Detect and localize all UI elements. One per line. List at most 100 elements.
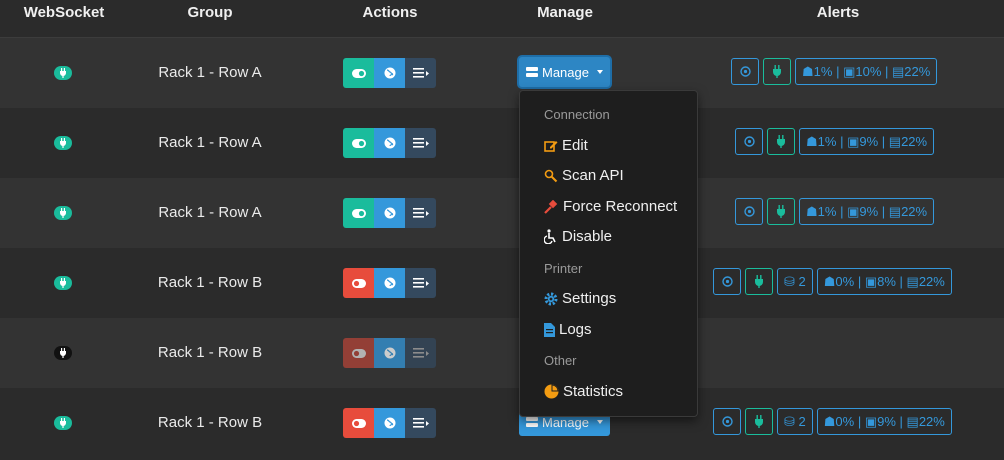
toggle-off-icon — [351, 418, 366, 428]
alerts-group: ☗ 1% | ▣ 9% | ▤ 22% — [735, 198, 935, 227]
header-websocket: WebSocket — [23, 4, 105, 21]
header-group: Group — [187, 4, 233, 21]
menu-item-settings[interactable]: Settings — [544, 290, 616, 307]
toggle-button[interactable] — [343, 58, 374, 88]
list-icon — [412, 278, 429, 288]
menu-header-printer: Printer — [544, 261, 583, 276]
toggle-off-icon — [351, 278, 366, 288]
cpu-icon: ▣ — [864, 273, 878, 289]
websocket-connected-icon — [54, 66, 72, 80]
chip-gear-icon — [743, 206, 755, 217]
ram-icon: ▤ — [888, 203, 902, 219]
cpu-icon: ▣ — [843, 63, 856, 79]
cpu-usage: 9% — [877, 414, 896, 429]
power-alert-badge — [745, 408, 773, 435]
ram-icon: ▤ — [892, 63, 905, 79]
log-button[interactable] — [405, 198, 436, 228]
ram-icon: ▤ — [906, 273, 919, 289]
toggle-button[interactable] — [343, 268, 374, 298]
usb-icon: ⛁ — [784, 413, 795, 429]
group-name: Rack 1 - Row A — [158, 64, 262, 81]
alerts-group: ⛁ 2 ☗ 0% | ▣ 9% | ▤ 22% — [713, 408, 952, 437]
gpu-icon: ☗ — [802, 63, 814, 79]
toggle-button[interactable] — [343, 128, 374, 158]
gpu-icon: ☗ — [806, 133, 818, 149]
caret-down-icon — [596, 70, 603, 74]
globe-icon — [384, 417, 395, 429]
toggle-button[interactable] — [343, 198, 374, 228]
usb-icon: ⛁ — [784, 273, 795, 289]
group-name: Rack 1 - Row B — [157, 274, 263, 291]
action-buttons — [343, 128, 436, 158]
toggle-on-icon — [351, 208, 366, 218]
cpu-usage: 9% — [859, 204, 879, 219]
open-web-button[interactable] — [374, 128, 405, 158]
table-row: Rack 1 - Row B Manage ⛁ 2 ☗ 0% | ▣ 9% | ▤ 2… — [0, 388, 1004, 458]
menu-item-settings-label: Settings — [562, 290, 617, 307]
toggle-button[interactable] — [343, 408, 374, 438]
menu-item-logs[interactable]: Logs — [544, 321, 592, 338]
manage-label: Manage — [542, 64, 589, 80]
manage-dropdown-button[interactable]: Manage — [519, 57, 610, 87]
usb-alert-badge: ⛁ 2 — [777, 268, 813, 295]
pie-chart-icon — [544, 384, 559, 399]
power-alert-badge — [763, 58, 791, 85]
menu-item-disable[interactable]: Disable — [544, 228, 612, 245]
edit-icon — [544, 140, 558, 152]
table-row: Rack 1 - Row A ☗ 1% | ▣ 9% | ▤ 22% — [0, 178, 1004, 248]
menu-item-edit[interactable]: Edit — [544, 137, 588, 154]
cpu-usage: 8% — [877, 274, 896, 289]
menu-item-disable-label: Disable — [562, 228, 613, 245]
open-web-button[interactable] — [374, 338, 405, 368]
open-web-button[interactable] — [374, 268, 405, 298]
resource-usage-badge: ☗ 1% | ▣ 9% | ▤ 22% — [799, 128, 935, 155]
header-alerts: Alerts — [816, 4, 860, 21]
menu-header-other: Other — [544, 353, 577, 368]
alerts-group: ☗ 1% | ▣ 9% | ▤ 22% — [735, 128, 935, 157]
usb-alert-badge: ⛁ 2 — [777, 408, 813, 435]
gavel-icon — [544, 199, 558, 214]
list-icon — [412, 138, 429, 148]
plug-icon — [755, 275, 763, 288]
log-button[interactable] — [405, 128, 436, 158]
list-icon — [412, 68, 429, 78]
power-alert-badge — [767, 128, 795, 155]
gpu-usage: 1% — [817, 204, 837, 219]
menu-item-statistics[interactable]: Statistics — [544, 383, 623, 400]
menu-item-scan-api-label: Scan API — [562, 167, 624, 184]
cpu-icon: ▣ — [847, 203, 860, 219]
search-icon — [544, 169, 558, 182]
toggle-button[interactable] — [343, 338, 374, 368]
ram-usage: 22% — [904, 64, 931, 79]
open-web-button[interactable] — [374, 198, 405, 228]
open-web-button[interactable] — [374, 58, 405, 88]
log-button[interactable] — [405, 408, 436, 438]
menu-header-connection: Connection — [544, 107, 610, 122]
resource-usage-badge: ☗ 0% | ▣ 8% | ▤ 22% — [816, 268, 952, 295]
header-manage: Manage — [537, 4, 593, 21]
gpu-usage: 1% — [813, 64, 833, 79]
usb-count: 2 — [798, 274, 806, 289]
log-button[interactable] — [405, 268, 436, 298]
file-icon — [544, 322, 555, 337]
log-button[interactable] — [405, 58, 436, 88]
ram-usage: 22% — [901, 204, 928, 219]
action-buttons — [343, 268, 436, 298]
ram-usage: 22% — [918, 274, 945, 289]
websocket-connected-icon — [54, 276, 72, 290]
gpu-usage: 0% — [835, 274, 855, 289]
menu-item-statistics-label: Statistics — [563, 383, 624, 400]
chip-gear-icon — [721, 276, 733, 287]
menu-item-scan-api[interactable]: Scan API — [544, 167, 624, 184]
cpu-usage: 9% — [859, 134, 879, 149]
printer-alert-badge — [735, 198, 763, 225]
ram-icon: ▤ — [888, 133, 902, 149]
gpu-usage: 1% — [817, 134, 837, 149]
open-web-button[interactable] — [374, 408, 405, 438]
ram-usage: 22% — [901, 134, 928, 149]
log-button[interactable] — [405, 338, 436, 368]
table-header: WebSocket Group Actions Manage Alerts — [0, 0, 1004, 38]
table-row: Rack 1 - Row B ⛁ 2 ☗ 0% | ▣ 8% | ▤ 22% — [0, 248, 1004, 318]
menu-item-force-reconnect[interactable]: Force Reconnect — [544, 198, 677, 215]
list-icon — [412, 208, 429, 218]
